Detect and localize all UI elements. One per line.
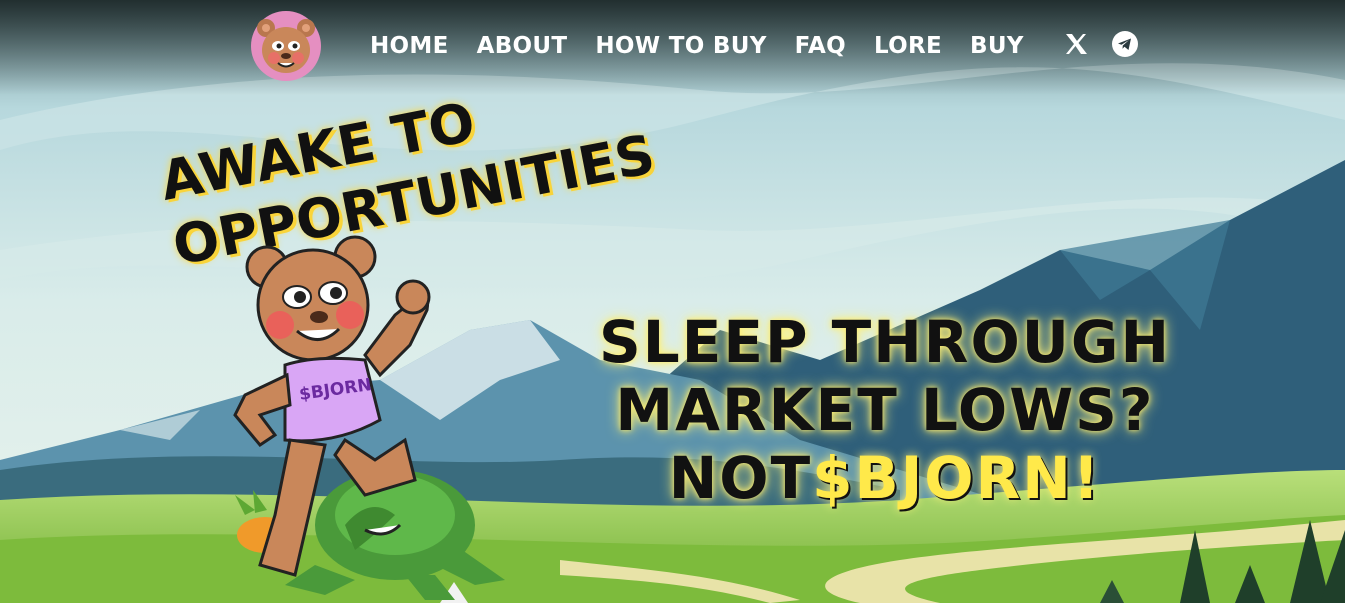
nav-item-faq[interactable]: FAQ — [795, 30, 846, 62]
headline-prefix: NOT — [668, 444, 813, 512]
headline-line-3: NOT$BJORN! — [545, 444, 1225, 512]
x-icon[interactable] — [1062, 30, 1090, 58]
nav-item-how-to-buy[interactable]: HOW TO BUY — [595, 30, 766, 62]
nav-item-lore[interactable]: LORE — [874, 30, 942, 62]
telegram-icon[interactable] — [1111, 30, 1139, 58]
top-navigation-bar: HOME ABOUT HOW TO BUY FAQ LORE BUY — [0, 0, 1345, 95]
bear-mascot-image: $BJORN — [233, 235, 431, 577]
main-nav: HOME ABOUT HOW TO BUY FAQ LORE BUY — [370, 30, 1024, 62]
page: HOME ABOUT HOW TO BUY FAQ LORE BUY AWAKE… — [0, 0, 1345, 603]
hero-headline: SLEEP THROUGH MARKET LOWS? NOT$BJORN! — [545, 308, 1225, 512]
nav-item-about[interactable]: ABOUT — [477, 30, 568, 62]
headline-line-2: MARKET LOWS? — [615, 376, 1155, 444]
token-ticker: $BJORN! — [812, 444, 1102, 512]
nav-item-buy[interactable]: BUY — [970, 30, 1024, 62]
headline-line-1: SLEEP THROUGH — [599, 308, 1171, 376]
nav-item-home[interactable]: HOME — [370, 30, 449, 62]
bear-logo-icon[interactable] — [250, 10, 322, 82]
